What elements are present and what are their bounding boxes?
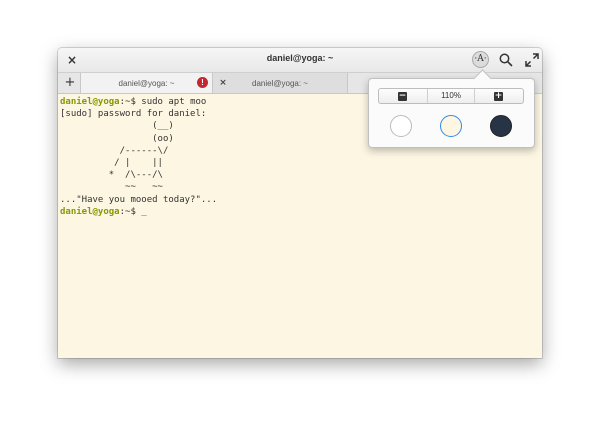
cursor: _: [141, 206, 147, 217]
tab-inactive[interactable]: × daniel@yoga: ~: [213, 73, 348, 93]
zoom-out-icon: −: [398, 91, 407, 101]
window-title: daniel@yoga: ~: [266, 53, 334, 63]
command-text: sudo apt moo: [141, 97, 207, 107]
maximize-icon[interactable]: [524, 52, 540, 68]
theme-light-swatch[interactable]: [390, 115, 412, 137]
zoom-level[interactable]: 110%: [427, 91, 475, 100]
zoom-in-icon: +: [494, 91, 503, 101]
prompt-path: :~$: [119, 97, 142, 107]
zoom-in-button[interactable]: +: [474, 89, 523, 103]
prompt-user: daniel@yoga: [60, 97, 120, 107]
theme-dark-swatch[interactable]: [490, 115, 512, 137]
prompt-path: :~$: [119, 206, 142, 217]
command-line: daniel@yoga:~$ _: [60, 206, 540, 218]
search-icon[interactable]: [498, 52, 514, 68]
zoom-out-button[interactable]: −: [379, 89, 428, 103]
output-line: / | ||: [60, 157, 163, 168]
tab-active[interactable]: daniel@yoga: ~ !: [80, 73, 213, 93]
output-line: ..."Have you mooed today?"...: [60, 194, 218, 205]
prompt-user: daniel@yoga: [60, 206, 120, 217]
theme-solarized-swatch[interactable]: [440, 115, 462, 137]
zoom-menu-icon[interactable]: ·A·: [472, 51, 489, 68]
output-line: ~~ ~~: [60, 182, 163, 193]
new-tab-button[interactable]: +: [62, 74, 78, 92]
title-bar: × daniel@yoga: ~ ·A·: [58, 48, 542, 73]
zoom-controls: − 110% +: [378, 88, 524, 104]
alert-icon: !: [197, 77, 208, 88]
zoom-popover: − 110% +: [368, 69, 535, 148]
tab-label: daniel@yoga: ~: [252, 79, 308, 88]
tab-label: daniel@yoga: ~: [118, 79, 175, 88]
output-line: * /\---/\: [60, 170, 163, 181]
